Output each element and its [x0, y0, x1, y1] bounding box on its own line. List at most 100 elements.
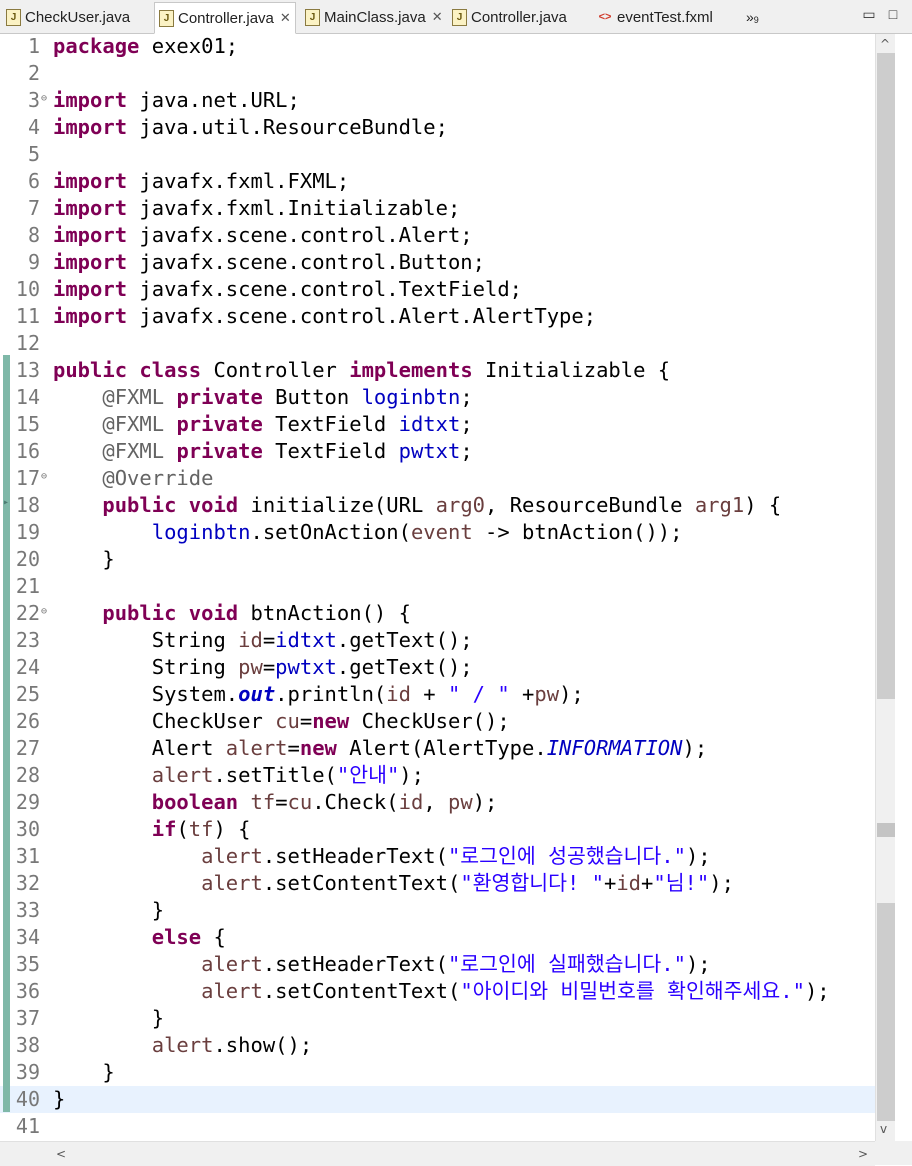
code-line[interactable]: 19 loginbtn.setOnAction(event -> btnActi… [0, 519, 875, 546]
code-line[interactable]: 40} [0, 1086, 875, 1113]
code-token: import [53, 88, 128, 112]
fold-toggle-icon[interactable]: ⊖ [41, 600, 47, 624]
code-line[interactable]: 33 } [0, 897, 875, 924]
code-text: } [53, 1059, 114, 1086]
tab-label: CheckUser.java [25, 8, 131, 26]
minimize-button[interactable]: ▭ [862, 7, 876, 21]
code-line[interactable]: 28 alert.setTitle("안내"); [0, 762, 875, 789]
fold-toggle-icon[interactable]: ⊖ [41, 87, 47, 111]
vertical-scroll-thumb[interactable] [877, 53, 895, 699]
code-line[interactable]: 12 [0, 330, 875, 357]
code-text: String id=idtxt.getText(); [53, 627, 473, 654]
code-line[interactable]: 2 [0, 60, 875, 87]
code-line[interactable]: 38 alert.show(); [0, 1032, 875, 1059]
code-text: alert.setContentText("아이디와 비밀번호를 확인해주세요.… [53, 978, 830, 1005]
code-editor[interactable]: 1 package exex01; 2 3 ⊖ import java.net.URL; 4… [0, 34, 875, 1141]
code-token: out [238, 682, 276, 706]
tab-eventtest-fxml[interactable]: <> eventTest.fxml [598, 3, 713, 31]
code-line[interactable]: 16 @FXML private TextField pwtxt; [0, 438, 875, 465]
code-line[interactable]: 7 import javafx.fxml.Initializable; [0, 195, 875, 222]
fold-toggle-icon[interactable]: ⊖ [41, 465, 47, 489]
tab-overflow-button[interactable]: » 9 [746, 3, 759, 31]
code-text: alert.setHeaderText("로그인에 실패했습니다."); [53, 951, 711, 978]
code-token: initialize(URL [238, 493, 436, 517]
code-line[interactable]: 20 } [0, 546, 875, 573]
code-token: import [53, 196, 128, 220]
code-line[interactable]: 27 Alert alert=new Alert(AlertType.INFOR… [0, 735, 875, 762]
code-token: + [603, 871, 617, 895]
code-token: } [53, 1087, 66, 1111]
scroll-up-arrow-icon[interactable]: ^ [880, 37, 890, 51]
code-token: ); [709, 871, 734, 895]
code-text: public void btnAction() { [53, 600, 411, 627]
code-line[interactable]: 18 public void initialize(URL arg0, Reso… [0, 492, 875, 519]
code-text: alert.show(); [53, 1032, 312, 1059]
code-line[interactable]: 3 ⊖ import java.net.URL; [0, 87, 875, 114]
code-line[interactable]: 4 import java.util.ResourceBundle; [0, 114, 875, 141]
code-token: ) { [744, 493, 782, 517]
code-line[interactable]: 29 boolean tf=cu.Check(id, pw); [0, 789, 875, 816]
tab-checkuser-java[interactable]: J CheckUser.java [6, 3, 130, 31]
scroll-left-arrow-icon[interactable]: < [56, 1147, 66, 1161]
code-line[interactable]: 11 import javafx.scene.control.Alert.Aler… [0, 303, 875, 330]
line-number: 2 [27, 61, 40, 85]
horizontal-scrollbar[interactable]: < > [0, 1141, 875, 1166]
code-line[interactable]: 14 @FXML private Button loginbtn; [0, 384, 875, 411]
code-line[interactable]: 25 System.out.println(id + " / " +pw); [0, 681, 875, 708]
code-text: import java.util.ResourceBundle; [53, 114, 448, 141]
scroll-down-arrow-icon[interactable]: v [880, 1122, 887, 1136]
code-line[interactable]: 9 import javafx.scene.control.Button; [0, 249, 875, 276]
code-line[interactable]: 13 public class Controller implements Ini… [0, 357, 875, 384]
code-line[interactable]: 1 package exex01; [0, 33, 875, 60]
code-token: pw [238, 655, 263, 679]
code-text: import javafx.scene.control.TextField; [53, 276, 522, 303]
code-line[interactable]: 8 import javafx.scene.control.Alert; [0, 222, 875, 249]
scroll-right-arrow-icon[interactable]: > [858, 1147, 868, 1161]
code-line[interactable]: 31 alert.setHeaderText("로그인에 성공했습니다."); [0, 843, 875, 870]
vertical-scroll-track-lower[interactable] [877, 903, 895, 1121]
code-line[interactable]: 26 CheckUser cu=new CheckUser(); [0, 708, 875, 735]
code-line[interactable]: 23 String id=idtxt.getText(); [0, 627, 875, 654]
code-token: import [53, 304, 128, 328]
code-token: ); [682, 736, 708, 760]
code-line[interactable]: 22 ⊖ public void btnAction() { [0, 600, 875, 627]
code-line[interactable]: 21 [0, 573, 875, 600]
code-token: void [188, 601, 239, 625]
code-line[interactable]: 30 if(tf) { [0, 816, 875, 843]
code-text: } [53, 1005, 164, 1032]
code-token: .println( [275, 682, 387, 706]
code-line[interactable]: 36 alert.setContentText("아이디와 비밀번호를 확인해주… [0, 978, 875, 1005]
code-token: "안내" [336, 763, 400, 787]
code-line[interactable]: 41 [0, 1113, 875, 1140]
close-tab-icon[interactable]: ✕ [432, 9, 443, 25]
code-line[interactable]: 32 alert.setContentText("환영합니다! "+id+"님!… [0, 870, 875, 897]
right-pane-edge [895, 34, 912, 1141]
code-line[interactable]: 37 } [0, 1005, 875, 1032]
maximize-button[interactable]: □ [886, 7, 900, 21]
code-line[interactable]: 10 import javafx.scene.control.TextField; [0, 276, 875, 303]
code-token: import [53, 277, 128, 301]
code-line[interactable]: 5 [0, 141, 875, 168]
code-line[interactable]: 15 @FXML private TextField idtxt; [0, 411, 875, 438]
tab-controller-java-active[interactable]: J Controller.java ✕ [154, 2, 296, 34]
code-token: tf [188, 817, 214, 841]
code-line[interactable]: 34 else { [0, 924, 875, 951]
code-token: javafx.fxml.Initializable; [127, 196, 461, 220]
code-token: cu [287, 790, 313, 814]
close-tab-icon[interactable]: ✕ [280, 10, 291, 26]
code-token: import [53, 223, 128, 247]
code-line[interactable]: 6 import javafx.fxml.FXML; [0, 168, 875, 195]
code-token: alert [201, 871, 263, 895]
code-token: pwtxt [275, 655, 337, 679]
tab-controller-java-2[interactable]: J Controller.java [452, 3, 567, 31]
code-token: "로그인에 실패했습니다." [447, 952, 686, 976]
tab-mainclass-java[interactable]: J MainClass.java ✕ [305, 3, 443, 31]
code-token: .getText(); [336, 655, 473, 679]
code-line[interactable]: 17 ⊖ @Override [0, 465, 875, 492]
code-line[interactable]: 39 } [0, 1059, 875, 1086]
code-line[interactable]: 24 String pw=pwtxt.getText(); [0, 654, 875, 681]
line-number: 5 [27, 142, 40, 166]
code-line[interactable]: 35 alert.setHeaderText("로그인에 실패했습니다."); [0, 951, 875, 978]
